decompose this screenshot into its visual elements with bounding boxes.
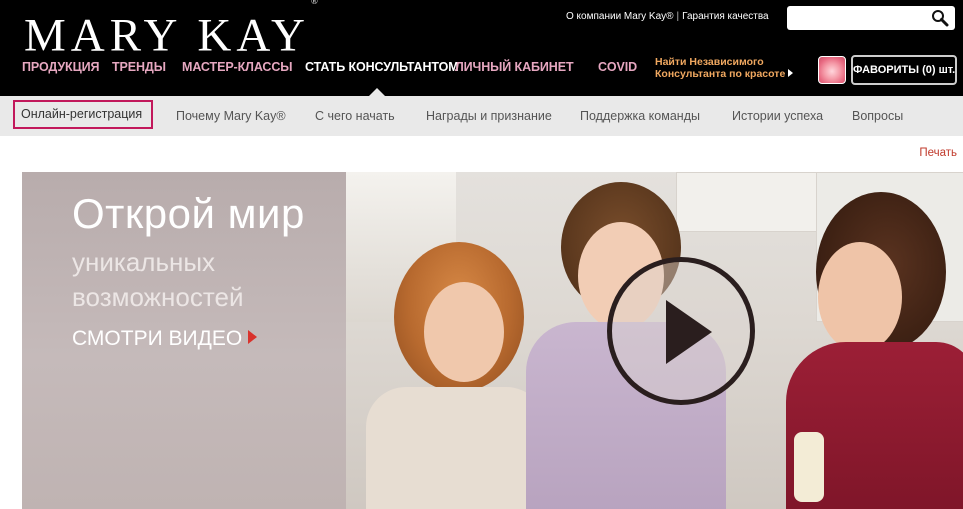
woman-left-blouse [366, 387, 546, 509]
watch-video-label: СМОТРИ ВИДЕО [72, 327, 243, 350]
hero-title: Открой мир [72, 190, 305, 237]
about-company-link[interactable]: О компании Mary Kay® [566, 11, 674, 22]
arrow-right-icon [788, 69, 794, 77]
search-box [787, 6, 955, 30]
nav-item-products[interactable]: ПРОДУКЦИЯ [22, 60, 99, 74]
hero-subtitle-line2: возможностей [72, 282, 244, 312]
nav-item-master-classes[interactable]: МАСТЕР-КЛАССЫ [182, 60, 293, 74]
subnav-item-success-stories[interactable]: Истории успеха [732, 109, 823, 123]
logo-text: MARY KAY [24, 9, 310, 62]
mary-kay-logo[interactable]: MARY KAY® [24, 0, 318, 62]
woman-left-face [424, 282, 504, 382]
top-links-separator: | [676, 11, 680, 22]
find-consultant-line2: Консультанта по красоте [655, 68, 786, 80]
find-consultant-line1: Найти Независимого [655, 56, 764, 68]
nav-item-trends[interactable]: ТРЕНДЫ [112, 60, 166, 74]
nav-item-become-consultant[interactable]: СТАТЬ КОНСУЛЬТАНТОМ [305, 60, 459, 74]
sub-nav: Онлайн-регистрация Почему Mary Kay® С че… [0, 96, 963, 136]
subnav-item-awards[interactable]: Награды и признание [426, 109, 552, 123]
find-consultant-link[interactable]: Найти Независимого Консультанта по красо… [655, 56, 794, 80]
top-links: О компании Mary Kay® | Гарантия качества [566, 11, 769, 22]
kitchen-cabinet [676, 172, 836, 232]
nav-item-covid[interactable]: COVID [598, 60, 637, 74]
hero-subtitle-line1: уникальных [72, 247, 216, 277]
hero-text-panel: Открой мир уникальных возможностей СМОТР… [22, 172, 346, 509]
hero-video-image[interactable] [346, 172, 963, 509]
favorites-button[interactable]: ФАВОРИТЫ (0) шт. [851, 55, 957, 85]
subnav-item-team-support[interactable]: Поддержка команды [580, 109, 700, 123]
woman-right-face [818, 242, 902, 352]
video-play-button[interactable] [607, 257, 755, 405]
quality-guarantee-link[interactable]: Гарантия качества [682, 11, 768, 22]
subnav-item-how-to-start[interactable]: С чего начать [315, 109, 395, 123]
search-icon[interactable] [931, 9, 949, 27]
subnav-item-online-registration[interactable]: Онлайн-регистрация [21, 107, 142, 121]
watch-video-link[interactable]: СМОТРИ ВИДЕО [72, 327, 258, 351]
play-icon [666, 300, 712, 364]
rose-icon[interactable] [818, 56, 846, 84]
print-link[interactable]: Печать [919, 147, 957, 159]
hero-banner: Открой мир уникальных возможностей СМОТР… [22, 172, 963, 509]
lotion-bottle [794, 432, 824, 502]
subnav-item-why-mary-kay[interactable]: Почему Mary Kay® [176, 109, 286, 123]
arrow-right-icon [248, 330, 258, 345]
logo-registered-mark: ® [310, 0, 318, 6]
subnav-item-questions[interactable]: Вопросы [852, 109, 903, 123]
nav-item-personal-account[interactable]: ЛИЧНЫЙ КАБИНЕТ [455, 60, 574, 74]
top-header: MARY KAY® О компании Mary Kay® | Гарантия … [0, 0, 963, 97]
search-input[interactable] [787, 6, 927, 30]
